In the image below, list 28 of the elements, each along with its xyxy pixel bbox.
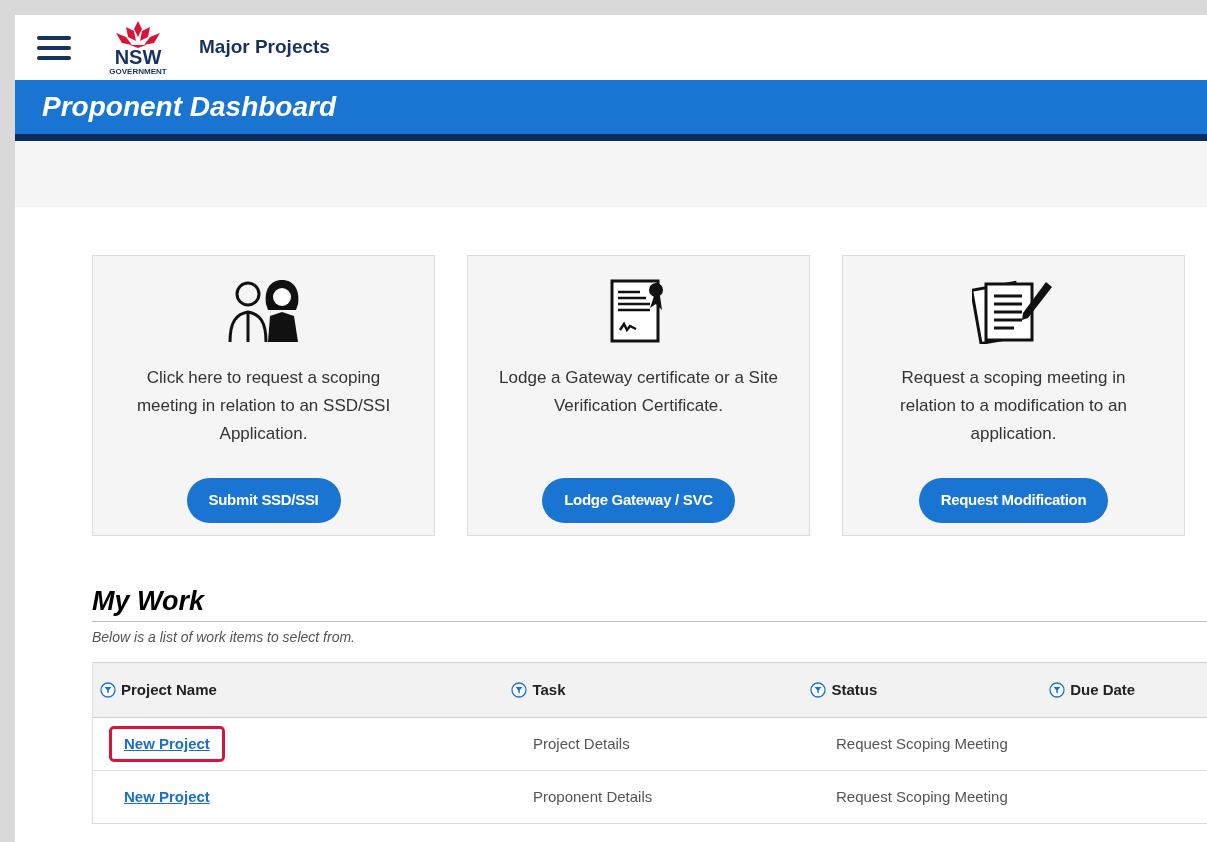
card-description: Click here to request a scoping meeting in relation to an SSD/SSI Application. (135, 367, 392, 445)
filter-icon[interactable] (810, 682, 827, 698)
action-button[interactable]: Submit SSD/SSI (186, 478, 341, 523)
column-header[interactable]: Status (831, 678, 878, 702)
section-subtitle: Below is a list of work items to select from. (92, 628, 356, 647)
column-header[interactable]: Due Date (1070, 678, 1136, 702)
task-cell: Proponent Details (533, 788, 653, 805)
section-title: My Work (92, 586, 206, 616)
card-description: Lodge a Gateway certificate or a Site Verification Certificate. (498, 367, 779, 417)
filter-icon[interactable] (100, 682, 116, 698)
menu-icon[interactable] (37, 34, 71, 61)
nsw-logo[interactable]: NSW GOVERNMENT (110, 19, 166, 76)
task-cell: Project Details (533, 735, 630, 752)
card-description: Request a scoping meeting in relation to a modification to an application. (899, 367, 1128, 445)
filter-icon[interactable] (1049, 682, 1066, 698)
site-title[interactable]: Major Projects (199, 33, 330, 62)
status-cell: Request Scoping Meeting (836, 788, 1008, 805)
column-header[interactable]: Task (532, 678, 566, 702)
project-link[interactable]: New Project (109, 778, 225, 816)
action-button[interactable]: Request Modification (918, 478, 1109, 523)
logo-text: NSW (114, 47, 162, 67)
column-header[interactable]: Project Name (121, 678, 217, 702)
page-title: Proponent Dashboard (42, 90, 336, 124)
action-button[interactable]: Lodge Gateway / SVC (542, 478, 735, 523)
logo-subtext: GOVERNMENT (109, 67, 167, 76)
project-link[interactable]: New Project (109, 725, 225, 763)
filter-icon[interactable] (511, 682, 528, 698)
status-cell: Request Scoping Meeting (836, 735, 1008, 752)
